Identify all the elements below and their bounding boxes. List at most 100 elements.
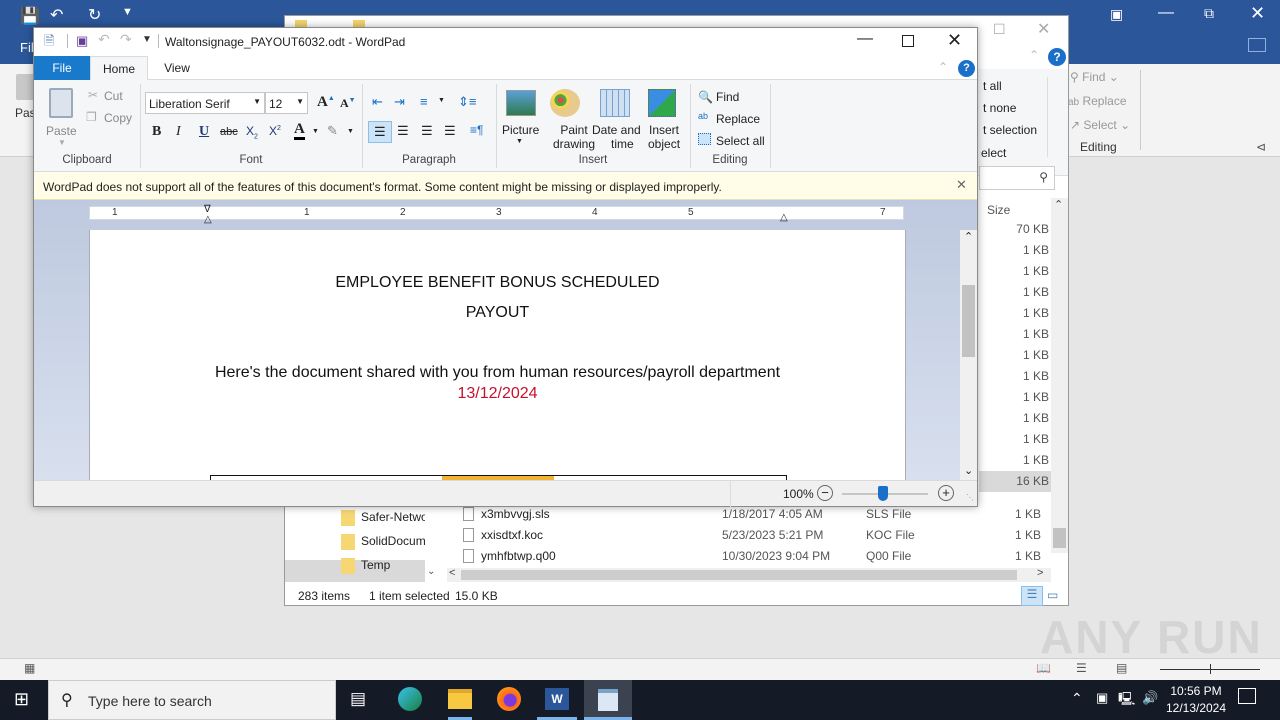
picture-button[interactable]: Picture — [502, 123, 539, 137]
word-restore-button[interactable]: ⧉ — [1204, 5, 1214, 22]
date-time-button[interactable]: Date and time — [592, 123, 641, 151]
show-hidden-icons[interactable]: ⌃ — [1071, 690, 1083, 707]
chevron-down-icon[interactable]: ▼ — [312, 128, 319, 135]
tab-home[interactable]: Home — [90, 56, 148, 81]
column-header-size[interactable]: Size — [987, 203, 1010, 217]
bold-button[interactable]: B — [152, 124, 161, 140]
word-select-button[interactable]: ↗ Select ⌄ — [1070, 118, 1130, 132]
network-icon[interactable]: 🖳 — [1118, 690, 1135, 712]
redo-icon[interactable]: ↻ — [88, 5, 101, 25]
chevron-down-icon[interactable]: ▼ — [438, 97, 445, 104]
cut-button[interactable]: Cut — [104, 89, 123, 103]
comments-icon[interactable] — [1248, 38, 1266, 52]
nav-folder-item[interactable]: SolidDocum — [341, 534, 425, 554]
status-macro-icon[interactable]: ▦ — [24, 661, 35, 675]
search-box[interactable]: ⚲ Type here to search — [48, 680, 336, 720]
task-view-icon[interactable]: ▤ — [350, 689, 366, 709]
scroll-up-icon[interactable]: ⌃ — [964, 230, 973, 243]
nav-folder-item[interactable]: Safer-Netwo — [341, 510, 425, 530]
copy-button[interactable]: Copy — [104, 111, 132, 125]
pin-ribbon-icon[interactable]: ⊲ — [1256, 140, 1266, 154]
paragraph-settings-button[interactable]: ≡¶ — [470, 123, 483, 137]
italic-button[interactable]: I — [176, 124, 181, 140]
nav-folder-item[interactable]: Temp — [341, 558, 425, 578]
explorer-help-icon[interactable]: ? — [1048, 48, 1066, 66]
paint-drawing-button[interactable]: Paint drawing — [553, 123, 595, 151]
strikethrough-button[interactable]: abc — [220, 126, 238, 138]
warning-close-button[interactable]: ✕ — [956, 177, 967, 193]
maximize-button[interactable] — [902, 35, 914, 47]
wordpad-app-icon[interactable]: 🗎 — [44, 32, 54, 54]
qat-undo-icon[interactable]: ↶ — [98, 31, 110, 48]
save-icon[interactable]: 💾 — [20, 6, 40, 26]
file-explorer-icon[interactable] — [448, 689, 472, 709]
word-icon[interactable]: W — [545, 688, 569, 710]
notifications-icon[interactable] — [1238, 688, 1256, 704]
file-row[interactable]: x3mbvvgj.sls 1/18/2017 4:05 AM SLS File 1 K… — [445, 504, 1055, 525]
explorer-select-all[interactable]: t all — [983, 79, 1002, 93]
volume-icon[interactable]: 🔊 — [1142, 690, 1158, 706]
clock-date[interactable]: 12/13/2024 — [1163, 701, 1229, 715]
justify-button[interactable]: ☰ — [444, 123, 456, 139]
bullets-button[interactable]: ≡ — [420, 94, 428, 109]
chevron-down-icon[interactable]: ▼ — [516, 138, 523, 145]
meet-now-icon[interactable]: ▣ — [1096, 690, 1108, 706]
nav-scroll-down-icon[interactable]: ⌄ — [427, 566, 435, 577]
undo-icon[interactable]: ↶ — [50, 5, 63, 25]
qat-save-icon[interactable]: ▣ — [76, 33, 88, 49]
document-vertical-scrollbar[interactable]: ⌃ ⌄ — [960, 230, 977, 480]
explorer-horizontal-scrollbar[interactable]: < > — [447, 567, 1051, 582]
subscript-button[interactable]: X2 — [246, 124, 258, 140]
customize-qat-icon[interactable]: ▼ — [122, 6, 133, 18]
left-indent-marker[interactable]: △ — [204, 214, 212, 225]
zoom-in-button[interactable]: + — [938, 485, 954, 501]
explorer-vertical-scrollbar[interactable]: ⌃ — [1051, 198, 1068, 553]
align-left-button[interactable]: ☰ — [368, 121, 392, 143]
right-indent-marker[interactable]: △ — [780, 212, 788, 223]
file-row[interactable]: ymhfbtwp.q00 10/30/2023 9:04 PM Q00 File 1 … — [445, 546, 1055, 567]
line-spacing-button[interactable]: ⇕≡ — [458, 94, 476, 110]
explorer-collapse-ribbon-icon[interactable]: ⌃ — [1029, 48, 1039, 62]
paste-dropdown-icon[interactable]: ▼ — [58, 138, 66, 147]
align-right-button[interactable]: ☰ — [421, 123, 433, 139]
tab-file[interactable]: File — [34, 56, 90, 80]
explorer-maximize-button[interactable]: ☐ — [993, 21, 1006, 38]
word-file-tab[interactable]: Fil — [20, 40, 34, 55]
scroll-right-icon[interactable]: > — [1037, 567, 1043, 579]
collapse-ribbon-icon[interactable]: ⌃ — [938, 60, 948, 74]
file-row[interactable]: xxisdtxf.koc 5/23/2023 5:21 PM KOC File 1 K… — [445, 525, 1055, 546]
font-family-select[interactable]: Liberation Serif ▼ — [145, 92, 265, 114]
firefox-icon[interactable] — [497, 687, 521, 711]
scroll-down-icon[interactable]: ⌄ — [964, 464, 973, 477]
chevron-down-icon[interactable]: ▼ — [347, 128, 354, 135]
replace-button[interactable]: Replace — [716, 112, 760, 126]
horizontal-scrollbar-thumb[interactable] — [461, 570, 1017, 580]
zoom-out-button[interactable]: − — [817, 485, 833, 501]
explorer-select-none[interactable]: t none — [983, 101, 1016, 115]
insert-object-button[interactable]: Insert object — [648, 123, 680, 151]
explorer-invert-selection[interactable]: t selection — [983, 123, 1037, 137]
close-button[interactable]: ✕ — [947, 30, 962, 51]
superscript-button[interactable]: X2 — [269, 124, 281, 138]
increase-indent-button[interactable]: ⇥ — [394, 94, 405, 110]
shrink-font-button[interactable]: A▼ — [340, 96, 356, 111]
find-button[interactable]: Find — [716, 90, 739, 104]
scrollbar-thumb[interactable] — [962, 285, 975, 357]
word-find-button[interactable]: ⚲ Find ⌄ — [1070, 70, 1119, 84]
minimize-button[interactable]: — — [857, 30, 873, 48]
help-icon[interactable]: ? — [958, 60, 975, 77]
document-page[interactable]: EMPLOYEE BENEFIT BONUS SCHEDULED PAYOUT … — [89, 230, 906, 490]
qat-customize-icon[interactable]: ▼ — [142, 34, 152, 45]
font-size-select[interactable]: 12 ▼ — [265, 92, 308, 114]
scroll-up-icon[interactable]: ⌃ — [1054, 198, 1063, 211]
scroll-left-icon[interactable]: < — [449, 567, 455, 579]
align-center-button[interactable]: ☰ — [397, 123, 409, 139]
details-view-button[interactable]: ☰ — [1021, 586, 1043, 606]
large-icons-view-button[interactable]: ▭ — [1047, 588, 1058, 602]
start-button[interactable]: ⊞ — [14, 689, 29, 710]
highlight-color-button[interactable]: ✎ — [327, 123, 338, 139]
wordpad-taskbar-button[interactable] — [584, 680, 632, 720]
explorer-close-button[interactable]: ✕ — [1037, 19, 1050, 39]
paste-button[interactable]: Paste — [46, 124, 77, 138]
word-minimize-button[interactable]: — — [1158, 4, 1174, 22]
